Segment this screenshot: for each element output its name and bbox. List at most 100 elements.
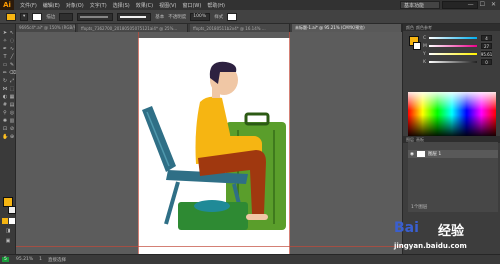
menu-bar: Ai 文件(F) 编辑(E) 对象(O) 文字(T) 选择(S) 效果(C) 视… <box>0 0 500 10</box>
width-tool-icon[interactable]: ⋈ <box>2 86 8 92</box>
eyedropper-icon[interactable]: ⚲ <box>2 110 8 116</box>
blend-tool-icon[interactable]: ◎ <box>9 110 15 116</box>
maximize-button[interactable]: ☐ <box>480 1 485 8</box>
tab-document-3[interactable]: ffopts_20180511b2x4* @ 16.14% ... <box>190 24 290 32</box>
slider-yellow[interactable]: Y 95.61 <box>403 50 500 58</box>
color-mode-icon[interactable] <box>2 218 8 224</box>
menu-file[interactable]: 文件(F) <box>20 2 37 9</box>
tab-document-active[interactable]: 未标题-1.ai* @ 95.21% (CMYK/预览) <box>292 24 402 32</box>
menu-help[interactable]: 帮助(H) <box>207 2 225 9</box>
watermark-brand: Bai <box>394 220 419 236</box>
stroke-weight-field[interactable] <box>59 12 74 21</box>
slider-value[interactable]: 0 <box>481 59 492 65</box>
eye-icon[interactable]: ◉ <box>410 152 414 157</box>
layer-thumbnail <box>416 151 425 157</box>
slider-track[interactable] <box>429 37 477 39</box>
bag-lid <box>194 200 230 212</box>
style-label: 样式 <box>214 14 224 20</box>
zoom-tool-icon[interactable]: ⊕ <box>9 134 15 140</box>
zoom-level[interactable]: 95.21% <box>16 257 33 262</box>
tab-document-1[interactable]: 9695c4*.ai* @ 150% (RGB/预览) <box>16 24 76 32</box>
menu-object[interactable]: 对象(O) <box>66 2 84 9</box>
menu-select[interactable]: 选择(S) <box>113 2 130 9</box>
chair-back-slat <box>146 111 170 167</box>
window-controls: — ☐ ✕ <box>468 1 496 8</box>
tab-document-2[interactable]: ffopts_7362700_20180505075121ai4* @ 25%.… <box>78 24 188 32</box>
close-button[interactable]: ✕ <box>491 1 496 8</box>
selection-tool-icon[interactable]: ➤ <box>2 30 8 36</box>
opacity-field[interactable]: 100% <box>190 12 211 21</box>
slider-label: Y <box>423 51 426 57</box>
fill-dropdown[interactable]: ▾ <box>20 12 29 21</box>
mesh-tool-icon[interactable]: # <box>2 102 8 108</box>
slider-black[interactable]: K 0 <box>403 58 500 66</box>
brush-dropdown[interactable] <box>117 12 152 21</box>
slider-value[interactable]: 95.61 <box>481 51 492 57</box>
slice-tool-icon[interactable]: ⊘ <box>9 126 15 132</box>
slider-value[interactable]: 4 <box>481 35 492 41</box>
slider-cyan[interactable]: C 4 <box>403 34 500 42</box>
pen-tool-icon[interactable]: ✒ <box>2 46 8 52</box>
menu-type[interactable]: 文字(T) <box>90 2 107 9</box>
graphic-style-swatch[interactable] <box>227 12 238 21</box>
chair-leg <box>164 181 180 225</box>
symbol-sprayer-icon[interactable]: ✺ <box>2 118 8 124</box>
slider-label: K <box>423 59 426 65</box>
graph-tool-icon[interactable]: ▥ <box>9 118 15 124</box>
gradient-mode-icon[interactable] <box>9 218 15 224</box>
slider-magenta[interactable]: M 27 <box>403 42 500 50</box>
scale-tool-icon[interactable]: ⤢ <box>9 78 15 84</box>
layer-row[interactable]: ◉ 图层 1 <box>408 150 498 158</box>
suitcase-handle <box>244 112 270 126</box>
stroke-color-box[interactable] <box>8 206 16 214</box>
tab-color-guide[interactable]: 颜色参考 <box>416 25 432 31</box>
artboard-tool-icon[interactable]: ⊡ <box>2 126 8 132</box>
workspace-switcher[interactable]: 基本功能 <box>400 1 440 9</box>
slider-value[interactable]: 27 <box>481 43 492 49</box>
rotate-tool-icon[interactable]: ↻ <box>2 78 8 84</box>
guide-line <box>16 246 402 247</box>
slider-label: C <box>423 35 427 41</box>
menu-effect[interactable]: 效果(C) <box>136 2 153 9</box>
screen-mode-icon[interactable]: ▣ <box>5 238 11 244</box>
layer-name[interactable]: 图层 1 <box>428 151 441 157</box>
stroke-profile-dropdown[interactable] <box>77 12 114 21</box>
menu-view[interactable]: 视图(V) <box>159 2 176 9</box>
tab-color[interactable]: 颜色 <box>406 25 414 31</box>
type-tool-icon[interactable]: T <box>2 54 8 60</box>
guide-line <box>289 32 290 254</box>
eraser-icon[interactable]: ⌫ <box>9 70 16 76</box>
perspective-grid-icon[interactable]: ▦ <box>9 94 15 100</box>
hand-tool-icon[interactable]: ✋ <box>2 134 8 140</box>
layers-panel: ◉ 图层 1 1个图层 <box>408 142 498 212</box>
fill-color-swatch[interactable] <box>6 12 16 21</box>
draw-mode-icon[interactable]: ◨ <box>5 228 11 234</box>
watermark-jingyan: 经验 <box>438 224 465 239</box>
color-spectrum[interactable] <box>408 92 496 138</box>
app-logo: Ai <box>0 0 14 10</box>
minimize-button[interactable]: — <box>468 1 474 8</box>
free-transform-icon[interactable]: ⬚ <box>9 86 15 92</box>
menu-window[interactable]: 窗口(W) <box>182 2 201 9</box>
menu-edit[interactable]: 编辑(E) <box>43 2 60 9</box>
slider-track[interactable] <box>429 53 477 55</box>
magic-wand-icon[interactable]: ✧ <box>2 38 8 44</box>
current-tool: 直接选择 <box>48 257 67 263</box>
shape-builder-icon[interactable]: ◐ <box>2 94 8 100</box>
gradient-tool-icon[interactable]: ▤ <box>9 102 15 108</box>
slider-track[interactable] <box>429 61 477 63</box>
lasso-icon[interactable]: ◌ <box>9 38 15 44</box>
tools-panel: ➤ ↖ ✧ ◌ ✒ ∿ T ╱ ▭ ✎ ✏ ⌫ ↻ ⤢ ⋈ ⬚ ◐ ▦ # ▤ … <box>0 24 16 254</box>
stroke-label: 描边 <box>46 14 56 20</box>
line-tool-icon[interactable]: ╱ <box>9 54 15 60</box>
watermark-url: jingyan.baidu.com <box>394 242 467 250</box>
paintbrush-icon[interactable]: ✎ <box>9 62 15 68</box>
direct-selection-tool-icon[interactable]: ↖ <box>9 30 15 36</box>
page-number[interactable]: 1 <box>39 257 42 262</box>
artboard[interactable] <box>138 38 290 254</box>
slider-track[interactable] <box>429 45 477 47</box>
pencil-icon[interactable]: ✏ <box>2 70 8 76</box>
stroke-color-swatch[interactable] <box>32 12 43 21</box>
curvature-tool-icon[interactable]: ∿ <box>9 46 15 52</box>
rectangle-tool-icon[interactable]: ▭ <box>2 62 8 68</box>
